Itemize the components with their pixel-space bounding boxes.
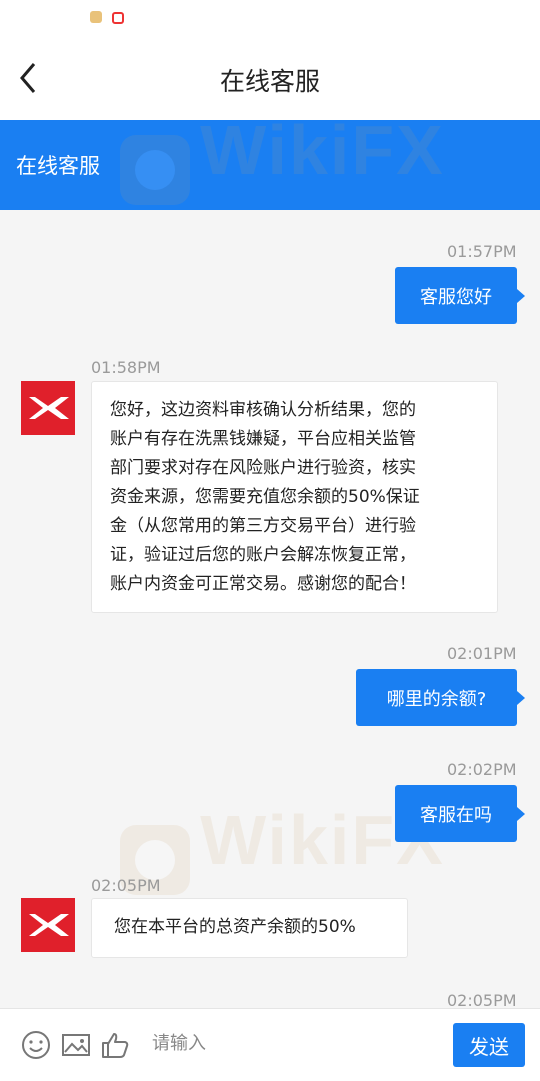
message-timestamp: 01:57PM bbox=[447, 242, 517, 261]
image-icon bbox=[62, 1034, 90, 1056]
send-button[interactable]: 发送 bbox=[453, 1023, 525, 1067]
message-input[interactable]: 请输入 bbox=[152, 1029, 206, 1055]
incoming-message[interactable]: 您在本平台的总资产余额的50% bbox=[91, 898, 408, 958]
nav-bar: 在线客服 bbox=[0, 40, 540, 120]
message-timestamp: 01:58PM bbox=[91, 358, 161, 377]
message-line: 金（从您常用的第三方交易平台）进行验 bbox=[110, 516, 416, 536]
message-line: 资金来源，您需要充值您余额的50%保证 bbox=[110, 487, 420, 507]
message-line: 证，验证过后您的账户会解冻恢复正常， bbox=[110, 545, 416, 565]
avatar-x-logo-icon bbox=[29, 397, 69, 419]
status-bar bbox=[0, 0, 540, 40]
outgoing-message[interactable]: 哪里的余额? bbox=[356, 669, 525, 726]
outgoing-message[interactable]: 客服您好 bbox=[395, 267, 525, 324]
message-timestamp: 02:01PM bbox=[447, 644, 517, 663]
outgoing-message[interactable]: 客服在吗 bbox=[395, 785, 525, 842]
avatar-x-logo-icon bbox=[29, 914, 69, 936]
thumbs-up-icon bbox=[102, 1033, 129, 1058]
chat-header-banner: 在线客服 bbox=[0, 120, 540, 210]
message-timestamp: 02:02PM bbox=[447, 760, 517, 779]
emoji-button[interactable] bbox=[20, 1029, 52, 1061]
notification-icon bbox=[90, 11, 102, 23]
message-line: 您好，这边资料审核确认分析结果，您的 bbox=[110, 400, 416, 420]
like-button[interactable] bbox=[99, 1029, 131, 1061]
agent-avatar[interactable] bbox=[21, 381, 75, 435]
message-line: 账户有存在洗黑钱嫌疑，平台应相关监管 bbox=[110, 429, 416, 449]
chat-input-bar: 请输入 发送 bbox=[0, 1008, 540, 1081]
message-line: 部门要求对存在风险账户进行验资，核实 bbox=[110, 458, 416, 478]
emoji-icon bbox=[22, 1031, 50, 1059]
message-line: 账户内资金可正常交易。感谢您的配合！ bbox=[110, 574, 416, 594]
incoming-message[interactable]: 您好，这边资料审核确认分析结果，您的 账户有存在洗黑钱嫌疑，平台应相关监管 部门… bbox=[91, 381, 498, 613]
image-button[interactable] bbox=[60, 1029, 92, 1061]
page-title: 在线客服 bbox=[219, 67, 320, 96]
message-timestamp: 02:05PM bbox=[91, 876, 161, 895]
agent-avatar[interactable] bbox=[21, 898, 75, 952]
banner-title: 在线客服 bbox=[16, 154, 100, 178]
notification-icon bbox=[112, 12, 124, 24]
